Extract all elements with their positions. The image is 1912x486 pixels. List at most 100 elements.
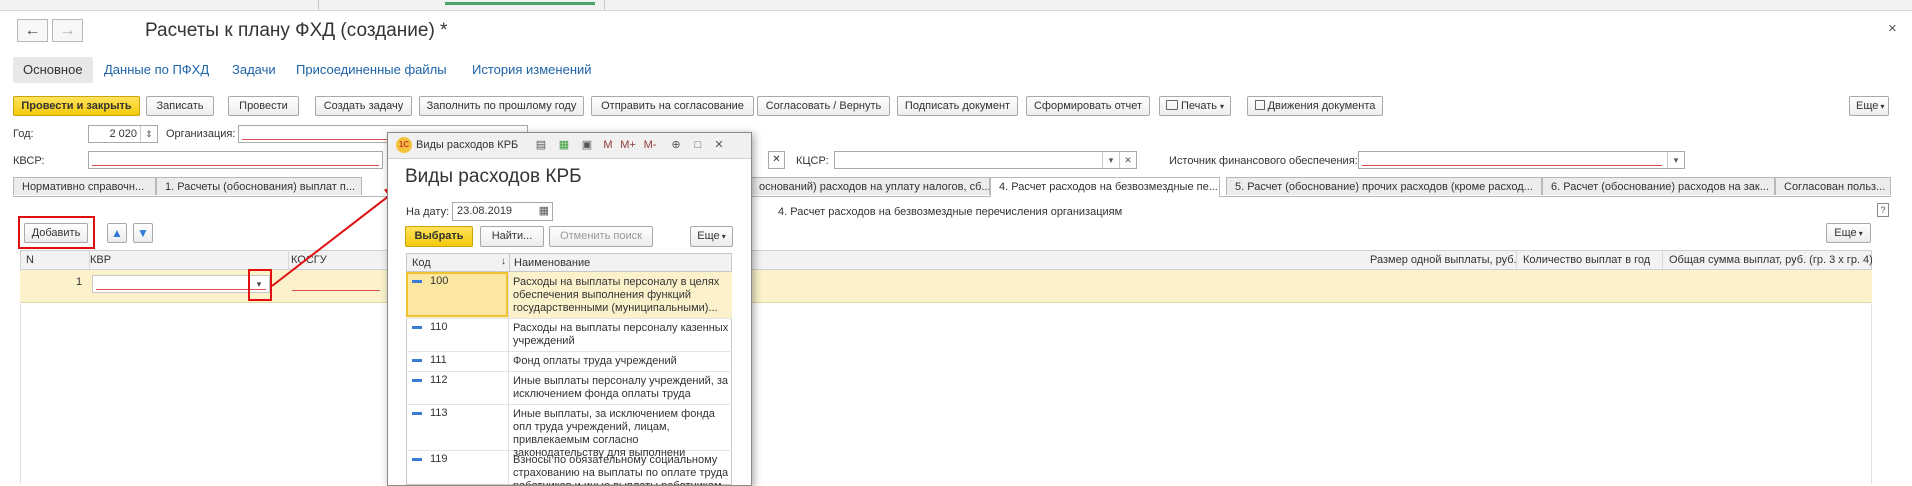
document-icon[interactable]: ▤ xyxy=(533,137,549,153)
tab-reference-data[interactable]: Нормативно справочн... xyxy=(13,177,156,195)
section-more-button[interactable]: Еще ▾ xyxy=(1826,223,1871,243)
more-button[interactable]: Еще ▾ xyxy=(1849,96,1889,116)
tab-pfhd-data[interactable]: Данные по ПФХД xyxy=(94,57,219,83)
forward-button[interactable]: → xyxy=(52,19,83,42)
list-header: Код ↓ Наименование xyxy=(406,253,732,272)
sign-document-button[interactable]: Подписать документ xyxy=(897,96,1018,116)
funding-source-label: Источник финансового обеспечения: xyxy=(1169,155,1358,167)
kcsr-field[interactable]: ▾ ✕ xyxy=(834,151,1137,169)
item-marker-icon xyxy=(412,358,422,362)
cell-divider xyxy=(508,450,509,485)
zoom-icon[interactable]: ⊕ xyxy=(668,137,684,153)
col-code-header[interactable]: Код xyxy=(412,257,431,269)
tab-calc-payments[interactable]: 1. Расчеты (обоснования) выплат п... xyxy=(156,177,362,195)
memory-minus-icon[interactable]: М- xyxy=(640,137,660,153)
close-icon[interactable]: × xyxy=(1888,20,1897,37)
funding-source-field[interactable]: ▾ xyxy=(1358,151,1685,169)
print-button[interactable]: Печать ▾ xyxy=(1159,96,1231,116)
cell-divider xyxy=(508,351,509,371)
year-field[interactable]: 2 020 ⇕ xyxy=(88,125,158,143)
list-item[interactable]: 110 Расходы на выплаты персоналу казенны… xyxy=(406,318,732,352)
col-total-header[interactable]: Общая сумма выплат, руб. (гр. 3 х гр. 4) xyxy=(1663,250,1873,270)
list-item[interactable]: 111 Фонд оплаты труда учреждений xyxy=(406,351,732,372)
col-kosgu-header[interactable]: КОСГУ xyxy=(285,250,385,270)
table-row[interactable]: 1 ▾ xyxy=(20,270,1872,303)
close-icon[interactable]: ✕ xyxy=(711,137,727,153)
col-name-header[interactable]: Наименование xyxy=(514,257,590,269)
find-button[interactable]: Найти... xyxy=(480,226,544,247)
calendar-icon[interactable]: ▣ xyxy=(579,137,595,153)
back-icon: ← xyxy=(24,21,41,39)
kbk-expense-types-dialog: 1C Виды расходов КРБ ▤ ▦ ▣ М М+ М- ⊕ □ ✕… xyxy=(387,132,752,486)
app-logo-icon: 1C xyxy=(396,137,412,153)
dialog-heading: Виды расходов КРБ xyxy=(405,166,582,187)
memory-icon[interactable]: М xyxy=(600,137,616,153)
tab-calc-taxes[interactable]: оснований) расходов на уплату налогов, с… xyxy=(750,177,990,195)
tab-approved-users[interactable]: Согласован польз... xyxy=(1775,177,1891,195)
post-button[interactable]: Провести xyxy=(228,96,299,116)
document-movements-button[interactable]: Движения документа xyxy=(1247,96,1383,116)
date-field[interactable]: 23.08.2019 ▦ xyxy=(452,202,553,221)
spreadsheet-icon[interactable]: ▦ xyxy=(556,137,572,153)
back-button[interactable]: ← xyxy=(17,19,48,42)
tab-attached-files[interactable]: Присоединенные файлы xyxy=(286,57,457,83)
post-and-close-button[interactable]: Провести и закрыть xyxy=(13,96,140,116)
move-down-button[interactable]: ▼ xyxy=(133,223,153,243)
choose-button[interactable]: Выбрать xyxy=(405,226,473,247)
tab-tasks[interactable]: Задачи xyxy=(222,57,286,83)
cell-divider xyxy=(508,272,509,318)
tab-calc-other[interactable]: 5. Расчет (обоснование) прочих расходов … xyxy=(1226,177,1542,195)
generate-report-button[interactable]: Сформировать отчет xyxy=(1026,96,1150,116)
create-task-button[interactable]: Создать задачу xyxy=(315,96,412,116)
col-amount-header[interactable]: Размер одной выплаты, руб. xyxy=(1364,250,1517,270)
item-marker-icon xyxy=(412,325,422,329)
kosgu-cell[interactable] xyxy=(290,275,380,293)
kvsr-field[interactable] xyxy=(88,151,383,169)
cell-divider xyxy=(508,371,509,404)
col-n-header[interactable]: N xyxy=(20,250,90,270)
cancel-search-button[interactable]: Отменить поиск xyxy=(549,226,653,247)
chevron-down-icon[interactable]: ▾ xyxy=(1102,152,1119,168)
row-number: 1 xyxy=(76,276,83,288)
print-label: Печать xyxy=(1181,100,1218,112)
printer-icon xyxy=(1166,100,1178,110)
kvsr-clear-button[interactable]: ✕ xyxy=(768,151,785,169)
col-kvr-header[interactable]: КВР xyxy=(84,250,289,270)
maximize-icon[interactable]: □ xyxy=(690,137,706,153)
sort-arrow-icon[interactable]: ↓ xyxy=(501,256,506,267)
dialog-more-button[interactable]: Еще ▾ xyxy=(690,226,733,247)
year-stepper[interactable]: ⇕ xyxy=(140,126,157,142)
calendar-icon[interactable]: ▦ xyxy=(539,204,549,217)
chevron-down-icon: ▾ xyxy=(1220,102,1225,111)
list-item[interactable]: 112 Иные выплаты персоналу учреждений, з… xyxy=(406,371,732,405)
table-body xyxy=(20,302,1872,484)
kvr-cell-input[interactable] xyxy=(92,275,270,293)
item-code: 111 xyxy=(430,354,447,366)
tab-main[interactable]: Основное xyxy=(13,57,93,83)
date-label: На дату: xyxy=(406,206,450,218)
chevron-down-icon[interactable]: ▾ xyxy=(1667,152,1684,168)
tab-calc-purchases[interactable]: 6. Расчет (обоснование) расходов на зак.… xyxy=(1542,177,1775,195)
help-icon[interactable]: ? xyxy=(1877,203,1889,217)
organization-label: Организация: xyxy=(166,128,236,140)
highlight-add-button xyxy=(18,216,95,249)
memory-plus-icon[interactable]: М+ xyxy=(618,137,638,153)
approve-return-button[interactable]: Согласовать / Вернуть xyxy=(757,96,890,116)
list-item[interactable]: 100 Расходы на выплаты персоналу в целях… xyxy=(406,272,732,319)
tab-calc-grants[interactable]: 4. Расчет расходов на безвозмездные пе..… xyxy=(990,177,1220,197)
dialog-window-title: Виды расходов КРБ xyxy=(416,139,519,151)
write-button[interactable]: Записать xyxy=(146,96,214,116)
list-item[interactable]: 113 Иные выплаты, за исключением фонда о… xyxy=(406,404,732,459)
item-name: Расходы на выплаты персоналу в целях обе… xyxy=(513,276,720,314)
list-item[interactable]: 119 Взносы по обязательному социальному … xyxy=(406,450,732,485)
item-name: Фонд оплаты труда учреждений xyxy=(513,355,677,367)
tab-history[interactable]: История изменений xyxy=(462,57,602,83)
year-label: Год: xyxy=(13,128,34,140)
tabs-baseline xyxy=(13,196,1891,197)
fill-prev-year-button[interactable]: Заполнить по прошлому году xyxy=(419,96,584,116)
move-up-button[interactable]: ▲ xyxy=(107,223,127,243)
item-marker-icon xyxy=(412,378,422,382)
col-count-header[interactable]: Количество выплат в год xyxy=(1517,250,1663,270)
clear-icon[interactable]: ✕ xyxy=(1119,152,1136,168)
send-for-approval-button[interactable]: Отправить на согласование xyxy=(591,96,754,116)
